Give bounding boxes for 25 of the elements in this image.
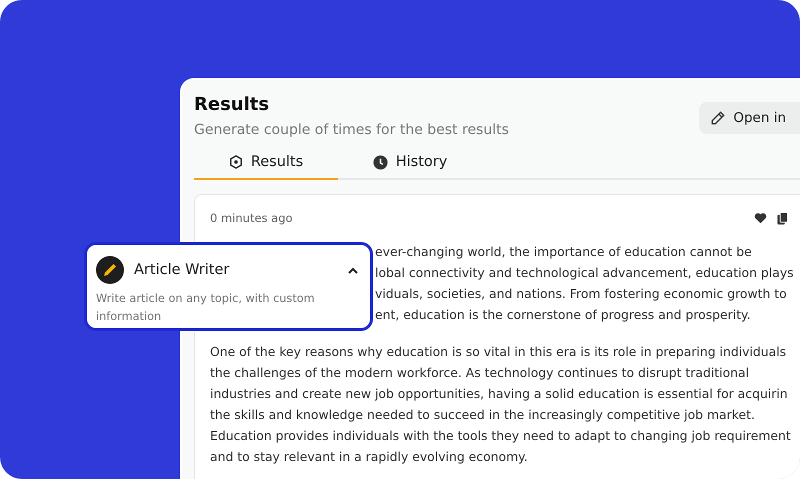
text-line: One of the key reasons why education is so vital in this era is its role in preparing individuals <box>210 343 788 361</box>
text-line: ent, education is the cornerstone of progress and prosperity. <box>375 306 752 324</box>
panel-subtitle: Generate couple of times for the best results <box>194 122 509 138</box>
text-line: the challenges of the modern workforce. As technology continues to disrupt traditional <box>210 364 750 382</box>
text-line: and to stay relevant in a rapidly evolving economy. <box>210 448 529 466</box>
pencil-icon <box>711 111 726 125</box>
tool-description: Write article on any topic, with custom information <box>96 291 316 325</box>
tool-card[interactable]: Article Writer Write article on any topic, with custom information <box>84 242 373 331</box>
text-line: lobal connectivity and technological advancement, education plays <box>375 264 795 282</box>
text-line: viduals, societies, and nations. From fostering economic growth to <box>375 285 788 303</box>
tool-title: Article Writer <box>134 262 230 278</box>
clock-icon <box>372 154 388 170</box>
open-in-button[interactable]: Open in <box>699 102 800 134</box>
chevron-up-icon[interactable] <box>348 266 358 274</box>
copy-icon[interactable] <box>777 212 788 224</box>
tab[interactable]: History <box>338 146 482 180</box>
text-line: ever-changing world, the importance of education cannot be <box>375 243 753 261</box>
text-line: industries and create new job opportunities, having a solid education is essential for acquirin <box>210 385 789 403</box>
tab[interactable]: Results <box>194 146 338 180</box>
panel-title: Results <box>194 94 270 115</box>
timestamp: 0 minutes ago <box>210 211 293 225</box>
text-line: Education provides individuals with the tools they need to adapt to changing job requirement <box>210 427 792 445</box>
text-line: the skills and knowledge needed to succeed in the increasingly competitive job market. <box>210 406 756 424</box>
heart-icon[interactable] <box>754 212 767 224</box>
pencil-icon <box>96 256 124 284</box>
